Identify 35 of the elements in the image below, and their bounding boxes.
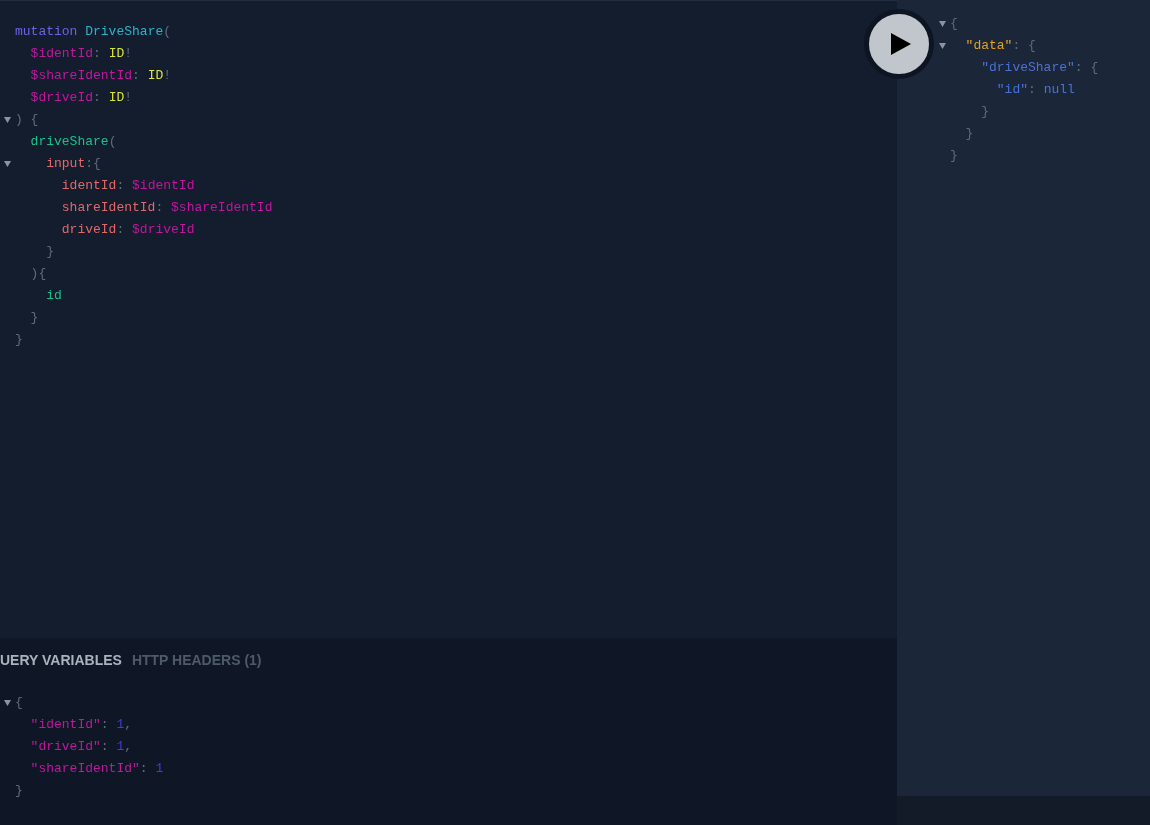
code-line: $shareIdentId: ID! xyxy=(29,67,172,86)
code-line: $identId: ID! xyxy=(29,45,133,64)
code-line: } xyxy=(980,103,989,122)
code-line: } xyxy=(964,125,974,144)
code-line: { xyxy=(950,15,958,34)
code-line: "shareIdentId": 1 xyxy=(29,760,164,779)
code-line: identId: $identId xyxy=(60,177,195,196)
code-line: } xyxy=(29,309,39,328)
code-line: } xyxy=(15,331,23,350)
code-line: ) { xyxy=(15,111,39,130)
fold-caret-icon[interactable] xyxy=(4,161,11,167)
code-line: shareIdentId: $shareIdentId xyxy=(60,199,273,218)
code-line: "id": null xyxy=(995,81,1075,100)
code-line: "driveId": 1, xyxy=(29,738,133,757)
code-line: { xyxy=(15,694,23,713)
fold-caret-icon[interactable] xyxy=(4,117,11,123)
code-line: } xyxy=(950,147,958,166)
code-line: driveId: $driveId xyxy=(60,221,195,240)
fold-caret-icon[interactable] xyxy=(4,700,11,706)
code-line: id xyxy=(45,287,62,306)
query-editor[interactable]: mutation DriveShare( $identId: ID! $shareIdentId: ID! $driveId: ID! ) { driveShare( input:{ identId: $identId shareIdentId: $shareIdentId driveId: $driveId } ){ id } } xyxy=(0,0,897,638)
fold-caret-icon[interactable] xyxy=(939,43,946,49)
code-line: $driveId: ID! xyxy=(29,89,133,108)
code-line: driveShare( xyxy=(29,133,117,152)
code-line: } xyxy=(15,782,23,801)
code-line: input:{ xyxy=(45,155,101,174)
code-line: mutation DriveShare( xyxy=(15,23,172,42)
fold-caret-icon[interactable] xyxy=(939,21,946,27)
panel-tab[interactable]: UERY VARIABLES xyxy=(0,649,122,671)
play-icon xyxy=(890,33,911,55)
code-line: "data": { xyxy=(964,37,1036,56)
code-line: } xyxy=(45,243,54,262)
code-line: "driveShare": { xyxy=(980,59,1099,78)
code-line: "identId": 1, xyxy=(29,716,133,735)
code-line: ){ xyxy=(29,265,47,284)
